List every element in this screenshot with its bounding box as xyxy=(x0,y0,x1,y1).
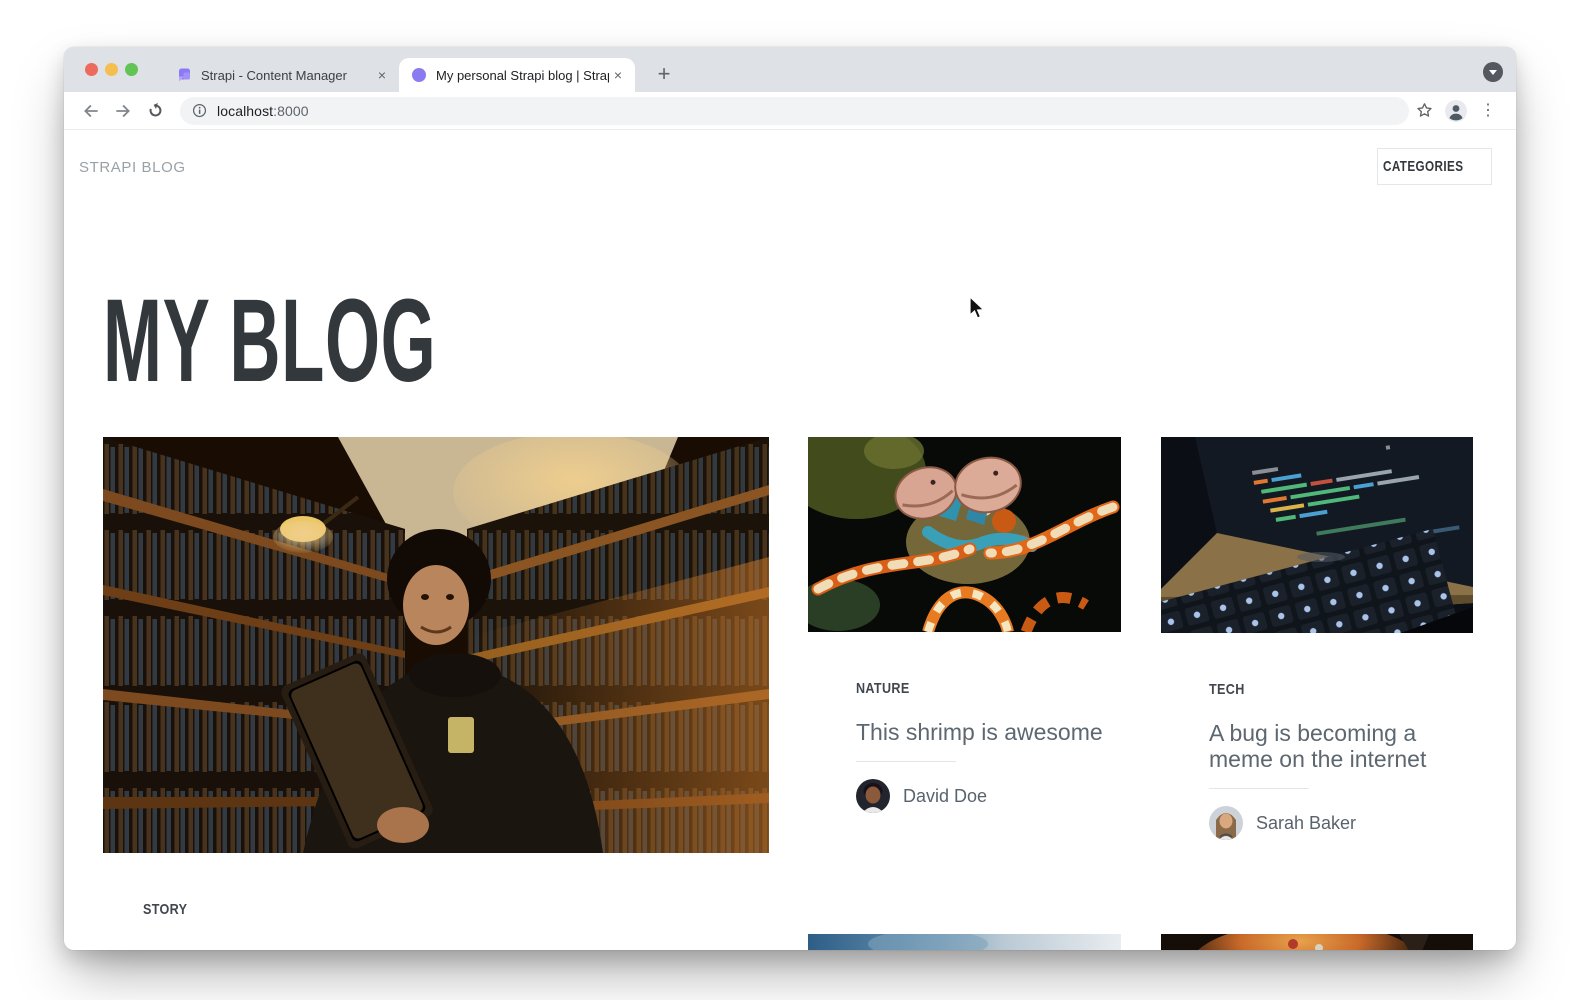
close-tab-icon[interactable]: × xyxy=(609,66,627,84)
url-host: localhost xyxy=(217,103,273,119)
tab-title: Strapi - Content Manager xyxy=(201,68,373,83)
profile-avatar-icon xyxy=(1444,99,1468,123)
mouse-cursor xyxy=(968,296,986,322)
tab-title: My personal Strapi blog | Strap xyxy=(436,68,609,83)
article-category[interactable]: STORY xyxy=(143,901,769,918)
url-port: :8000 xyxy=(273,103,309,119)
author-name: David Doe xyxy=(903,786,987,807)
divider xyxy=(1209,788,1309,789)
blog-page: STRAPI BLOG CATEGORIES MY BLOG xyxy=(64,130,1516,950)
star-icon xyxy=(1415,101,1434,120)
article-image-partial-blue xyxy=(808,934,1121,950)
close-tab-icon[interactable]: × xyxy=(373,66,391,84)
article-category[interactable]: TECH xyxy=(1209,681,1473,698)
article-card-story[interactable]: STORY xyxy=(103,437,769,918)
chevron-down-icon xyxy=(1489,70,1497,75)
article-card-partial[interactable] xyxy=(808,934,1121,950)
browser-menu-button[interactable]: ⋮ xyxy=(1473,96,1503,126)
article-image-partial-food xyxy=(1161,934,1473,950)
article-author[interactable]: David Doe xyxy=(856,779,1121,813)
forward-button[interactable] xyxy=(108,96,138,126)
categories-button-label: CATEGORIES xyxy=(1383,158,1463,175)
article-card-partial[interactable] xyxy=(1161,934,1473,950)
tab-my-personal-strapi-blog[interactable]: My personal Strapi blog | Strap × xyxy=(399,58,635,92)
minimize-window-button[interactable] xyxy=(105,63,118,76)
browser-toolbar: localhost:8000 ⋮ xyxy=(64,92,1516,130)
window-controls xyxy=(85,63,138,76)
tab-strip: Strapi - Content Manager × My personal S… xyxy=(64,47,1516,92)
close-window-button[interactable] xyxy=(85,63,98,76)
article-image-library[interactable] xyxy=(103,437,769,853)
article-author[interactable]: Sarah Baker xyxy=(1209,806,1473,840)
new-tab-button[interactable]: + xyxy=(650,60,678,88)
reload-button[interactable] xyxy=(140,96,170,126)
url-text: localhost:8000 xyxy=(217,103,309,119)
zoom-window-button[interactable] xyxy=(125,63,138,76)
article-title[interactable]: This shrimp is awesome xyxy=(856,719,1121,745)
blog-favicon xyxy=(411,67,427,83)
address-bar[interactable]: localhost:8000 xyxy=(180,97,1409,125)
browser-window: Strapi - Content Manager × My personal S… xyxy=(64,47,1516,950)
tab-search-button[interactable] xyxy=(1483,62,1503,82)
back-arrow-icon xyxy=(81,101,101,121)
article-image-laptop[interactable] xyxy=(1161,437,1473,633)
back-button[interactable] xyxy=(76,96,106,126)
author-avatar xyxy=(1209,806,1243,840)
tab-strapi-content-manager[interactable]: Strapi - Content Manager × xyxy=(164,58,399,92)
article-card-nature[interactable]: NATURE This shrimp is awesome David Doe xyxy=(808,437,1121,813)
article-card-tech[interactable]: TECH A bug is becoming a meme on the int… xyxy=(1161,437,1473,840)
divider xyxy=(856,761,956,762)
author-name: Sarah Baker xyxy=(1256,813,1356,834)
forward-arrow-icon xyxy=(113,101,133,121)
strapi-favicon xyxy=(176,67,192,83)
bookmark-button[interactable] xyxy=(1409,96,1439,126)
site-brand[interactable]: STRAPI BLOG xyxy=(79,159,186,176)
three-dots-icon: ⋮ xyxy=(1480,103,1496,119)
article-category[interactable]: NATURE xyxy=(856,680,1121,697)
categories-button[interactable]: CATEGORIES xyxy=(1377,148,1492,185)
author-avatar xyxy=(856,779,890,813)
info-icon xyxy=(192,103,207,118)
page-title: MY BLOG xyxy=(103,282,659,400)
profile-button[interactable] xyxy=(1441,96,1471,126)
reload-icon xyxy=(146,101,165,120)
article-image-shrimp[interactable] xyxy=(808,437,1121,632)
article-title[interactable]: A bug is becoming a meme on the internet xyxy=(1209,720,1473,772)
toolbar-right-actions: ⋮ xyxy=(1409,96,1505,126)
